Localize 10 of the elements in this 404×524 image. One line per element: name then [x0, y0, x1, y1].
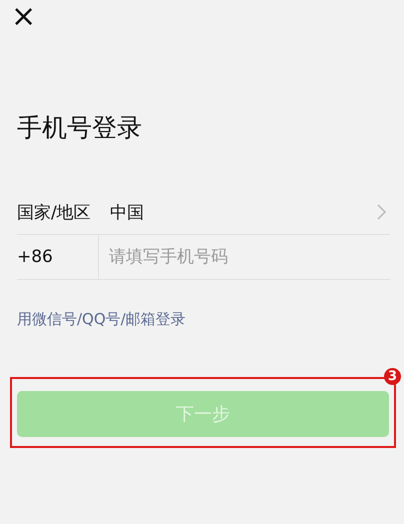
step-badge: 3	[384, 368, 401, 385]
page-title: 手机号登录	[17, 112, 143, 144]
phone-input-field[interactable]: 请填写手机号码	[109, 242, 390, 272]
alt-login-link[interactable]: 用微信号/QQ号/邮箱登录	[17, 310, 186, 329]
country-selector[interactable]: 国家/地区 中国	[17, 190, 390, 235]
country-value: 中国	[110, 202, 145, 224]
country-code: +86	[17, 235, 99, 279]
close-button[interactable]: ×	[9, 0, 38, 34]
chevron-icon	[377, 204, 386, 220]
country-label: 国家/地区	[17, 202, 92, 224]
